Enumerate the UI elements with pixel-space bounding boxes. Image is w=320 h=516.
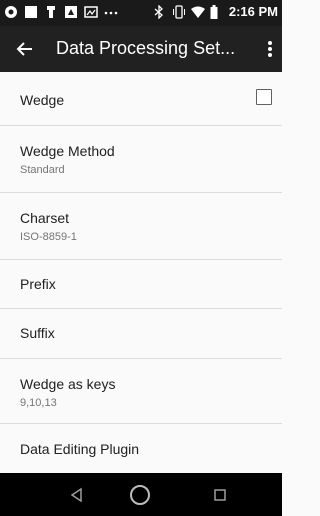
square-notification-icon: [24, 5, 38, 19]
settings-list: Wedge Wedge Method Standard Charset ISO-…: [0, 72, 282, 477]
setting-suffix[interactable]: Suffix: [0, 309, 282, 359]
setting-label: Suffix: [20, 325, 55, 341]
notification-icons: [4, 5, 118, 19]
setting-wedge-as-keys[interactable]: Wedge as keys 9,10,13: [0, 359, 282, 424]
back-button[interactable]: [12, 36, 38, 62]
circle-home-icon: [128, 485, 152, 511]
square-recents-icon: [208, 489, 232, 511]
more-vert-icon: [262, 41, 278, 66]
setting-label: Data Editing Plugin: [20, 441, 140, 457]
status-bar: 2:16 PM: [0, 0, 282, 26]
navigation-bar: [0, 473, 282, 516]
setting-label: Wedge Method: [20, 143, 115, 159]
app-notification-icon: [64, 5, 78, 19]
setting-data-editing-plugin[interactable]: Data Editing Plugin: [0, 424, 282, 477]
nav-back-button[interactable]: [65, 483, 89, 507]
overflow-menu-button[interactable]: [262, 36, 278, 62]
nav-home-button[interactable]: [128, 483, 152, 507]
app-bar: Data Processing Set...: [0, 26, 282, 72]
setting-label: Prefix: [20, 276, 56, 292]
status-time: 2:16 PM: [228, 4, 278, 19]
image-notification-icon: [84, 5, 98, 19]
setting-value: ISO-8859-1: [20, 231, 77, 243]
setting-label: Wedge: [20, 92, 65, 108]
vibrate-icon: [172, 4, 186, 19]
battery-icon: [210, 4, 224, 19]
notification-icon: [4, 5, 18, 19]
bluetooth-icon: [153, 3, 167, 20]
more-notifications-icon: [104, 5, 118, 19]
setting-value: 9,10,13: [20, 397, 57, 409]
back-arrow-icon: [12, 42, 38, 66]
setting-label: Wedge as keys: [20, 376, 116, 392]
setting-wedge-method[interactable]: Wedge Method Standard: [0, 126, 282, 193]
wedge-checkbox[interactable]: [256, 89, 272, 105]
wifi-icon: [190, 5, 205, 19]
setting-prefix[interactable]: Prefix: [0, 260, 282, 309]
setting-charset[interactable]: Charset ISO-8859-1: [0, 193, 282, 260]
nav-recents-button[interactable]: [208, 483, 232, 507]
triangle-back-icon: [65, 487, 89, 511]
setting-value: Standard: [20, 164, 65, 176]
figure-notification-icon: [44, 5, 58, 19]
page-title: Data Processing Set...: [56, 38, 236, 58]
setting-wedge[interactable]: Wedge: [0, 72, 282, 126]
system-icons: 2:16 PM: [153, 3, 278, 20]
setting-label: Charset: [20, 210, 70, 226]
